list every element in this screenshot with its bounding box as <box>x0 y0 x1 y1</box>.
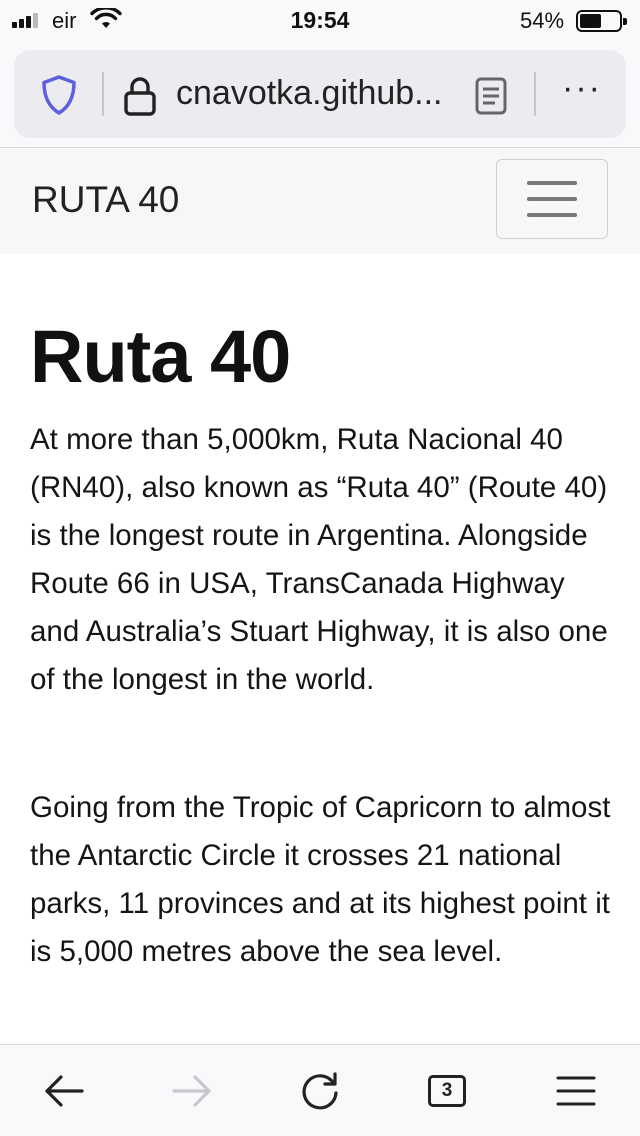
browser-bottom-toolbar: 3 <box>0 1044 640 1136</box>
intro-paragraph: At more than 5,000km, Ruta Nacional 40 (… <box>30 423 608 696</box>
site-brand[interactable]: RUTA 40 <box>32 179 179 221</box>
url-text[interactable]: cnavotka.github... <box>176 74 443 113</box>
hamburger-icon <box>527 181 577 185</box>
battery-icon <box>576 10 627 32</box>
browser-toolbar: cnavotka.github... ··· <box>0 40 640 148</box>
main-content: Ruta 40 At more than 5,000km, Ruta Nacio… <box>30 254 620 1044</box>
page-title: Ruta 40 <box>30 315 291 398</box>
hamburger-menu-icon[interactable] <box>554 1069 598 1113</box>
site-navbar: RUTA 40 <box>0 148 640 254</box>
forward-arrow-icon[interactable] <box>170 1069 214 1113</box>
body-paragraph: Going from the Tropic of Capricorn to al… <box>30 791 611 968</box>
back-arrow-icon[interactable] <box>42 1069 86 1113</box>
tabs-button[interactable]: 3 <box>428 1075 466 1107</box>
address-bar-divider <box>102 72 104 116</box>
more-options-button[interactable]: ··· <box>558 71 606 112</box>
navbar-toggle-button[interactable] <box>496 159 608 239</box>
lock-icon[interactable] <box>122 74 158 118</box>
battery-level <box>580 14 601 28</box>
status-bar: eir 19:54 54% <box>0 0 640 40</box>
battery-percentage: 54% <box>520 8 565 33</box>
address-bar-divider <box>534 72 536 116</box>
reader-view-icon[interactable] <box>474 76 508 116</box>
tracking-protection-shield-icon[interactable] <box>40 74 78 116</box>
reload-icon[interactable] <box>298 1069 342 1113</box>
address-bar[interactable]: cnavotka.github... ··· <box>14 50 626 138</box>
